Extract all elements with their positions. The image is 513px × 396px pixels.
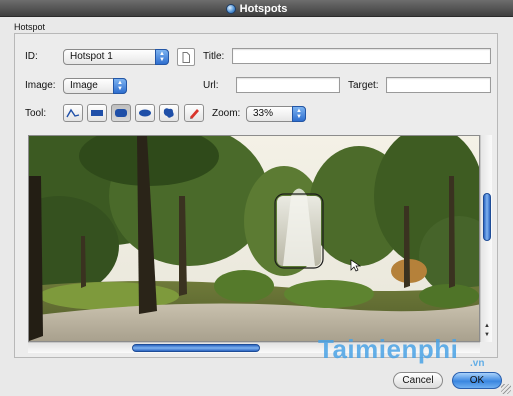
- window-icon: [225, 3, 236, 14]
- ellipse-tool[interactable]: [135, 104, 155, 122]
- id-select-value: Hotspot 1: [70, 51, 113, 62]
- target-field[interactable]: [386, 77, 491, 93]
- page-button[interactable]: [177, 48, 195, 66]
- image-label: Image:: [25, 80, 56, 91]
- freeform-tool[interactable]: [159, 104, 179, 122]
- rounded-rectangle-tool[interactable]: [111, 104, 131, 122]
- title-bar: Hotspots: [0, 0, 513, 17]
- park-photo: [29, 136, 479, 341]
- rounded-rectangle-icon: [115, 109, 127, 117]
- horizontal-scroll-thumb[interactable]: [132, 344, 260, 352]
- page-icon: [182, 51, 190, 63]
- hotspot-image-canvas[interactable]: [28, 135, 480, 342]
- title-field[interactable]: [232, 48, 491, 64]
- watermark-text: Taimienphi: [318, 334, 459, 364]
- updown-arrows-icon: ▲ ▼: [113, 78, 127, 94]
- zoom-select[interactable]: 33% ▲ ▼: [246, 106, 306, 122]
- resize-grip-icon[interactable]: [501, 384, 511, 394]
- id-label: ID:: [25, 51, 38, 62]
- zoom-select-value: 33%: [253, 108, 274, 119]
- updown-arrows-icon: ▲ ▼: [155, 49, 169, 65]
- eraser-icon: [190, 109, 199, 119]
- vertical-scroll-thumb[interactable]: [483, 193, 491, 241]
- scroll-down-icon[interactable]: ▼: [484, 332, 490, 338]
- image-select[interactable]: Image ▲ ▼: [63, 78, 127, 94]
- updown-arrows-icon: ▲ ▼: [292, 106, 306, 122]
- image-select-value: Image: [70, 80, 98, 91]
- title-label: Title:: [203, 51, 225, 62]
- tool-label: Tool:: [25, 108, 47, 119]
- watermark-suffix: .vn: [470, 358, 485, 369]
- ellipse-icon: [139, 109, 151, 117]
- zoom-label: Zoom:: [212, 108, 241, 119]
- window-title: Hotspots: [239, 2, 288, 15]
- cancel-button[interactable]: Cancel: [393, 372, 443, 389]
- section-label: Hotspot: [14, 22, 46, 32]
- polyline-icon: [66, 108, 80, 118]
- id-select[interactable]: Hotspot 1 ▲ ▼: [63, 49, 169, 65]
- eraser-tool[interactable]: [184, 104, 204, 122]
- target-label: Target:: [348, 80, 379, 91]
- url-field[interactable]: [236, 77, 340, 93]
- url-label: Url:: [203, 80, 219, 91]
- scroll-up-icon[interactable]: ▲: [484, 323, 490, 329]
- rectangle-tool[interactable]: [87, 104, 107, 122]
- polyline-tool[interactable]: [63, 104, 83, 122]
- vertical-scrollbar[interactable]: ▲ ▼: [480, 135, 492, 342]
- freeform-icon: [163, 108, 174, 118]
- rectangle-icon: [91, 110, 103, 116]
- ok-button[interactable]: OK: [452, 372, 502, 389]
